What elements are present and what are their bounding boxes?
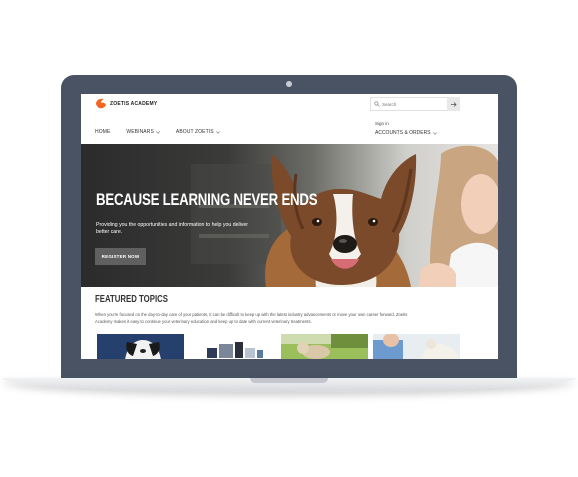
logo-text: ZOETIS ACADEMY [110,101,158,107]
topic-card-dog[interactable] [97,334,184,359]
arrow-right-icon [450,101,457,107]
topic-card-cat[interactable] [281,334,368,359]
laptop-base-notch [250,378,328,383]
search-input[interactable] [380,99,442,109]
topic-card-vet[interactable] [373,334,460,359]
register-now-button[interactable]: REGISTER NOW [95,248,146,265]
sign-in-link[interactable]: Sign in [375,121,389,126]
dog-thumbnail-image [97,334,184,359]
hero-banner: BECAUSE LEARNING NEVER ENDS Providing yo… [81,144,498,287]
laptop-camera [286,81,292,87]
nav-item-webinars[interactable]: WEBINARS [126,129,160,135]
veterinarian-thumbnail-image [373,334,460,359]
nav-item-home[interactable]: HOME [95,129,110,135]
main-nav: HOME WEBINARS ABOUT ZOETIS [95,129,236,135]
search-box[interactable] [370,97,449,111]
medical-equipment-thumbnail-image [189,334,276,359]
site-logo[interactable]: ZOETIS ACADEMY [95,98,157,110]
chevron-down-icon [432,131,437,135]
cat-thumbnail-image [281,334,368,359]
zoetis-logo-icon [96,98,106,109]
hero-title: BECAUSE LEARNING NEVER ENDS [96,190,318,209]
topic-card-equipment[interactable] [189,334,276,359]
chevron-down-icon [155,130,160,134]
featured-topics-list [97,334,465,359]
hero-subtitle: Providing you the opportunities and info… [96,222,248,235]
hero-image [191,145,498,287]
search-submit-button[interactable] [447,97,460,111]
nav-item-label: ABOUT ZOETIS [175,129,214,135]
featured-topics-heading: FEATURED TOPICS [95,294,168,305]
accounts-orders-label: ACCOUNTS & ORDERS [375,130,431,136]
nav-item-about-zoetis[interactable]: ABOUT ZOETIS [176,129,220,135]
accounts-orders-menu[interactable]: ACCOUNTS & ORDERS [375,130,437,136]
featured-topics-description: When you're focused on the day-to-day ca… [95,312,408,324]
browser-screen: ZOETIS ACADEMY Sign in HOME WEBINARS [81,94,498,359]
nav-item-label: WEBINARS [126,129,154,135]
nav-item-label: HOME [95,129,111,135]
site-header: ZOETIS ACADEMY Sign in HOME WEBINARS [81,94,498,144]
chevron-down-icon [215,130,220,134]
